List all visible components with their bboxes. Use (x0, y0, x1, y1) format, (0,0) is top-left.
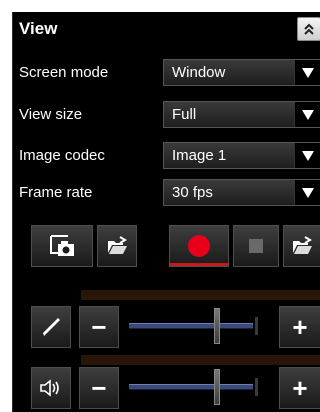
dropdown-arrow-icon[interactable] (294, 60, 320, 85)
stop-button[interactable] (233, 225, 279, 267)
view-size-label: View size (19, 106, 83, 123)
double-chevron-up-icon (304, 23, 314, 35)
volume-slider[interactable] (121, 367, 261, 409)
volume-minus-button[interactable]: − (79, 367, 119, 409)
snapshot-icon (50, 235, 74, 256)
screen-mode-label: Screen mode (19, 64, 109, 81)
volume-plus-button[interactable]: + (279, 367, 320, 409)
ptz-slider[interactable] (121, 306, 261, 348)
pen-tool-button[interactable] (31, 306, 71, 348)
open-recording-folder-button[interactable] (283, 225, 320, 267)
plus-icon: + (292, 373, 308, 403)
image-codec-label: Image codec (19, 147, 105, 164)
ptz-slider-track (129, 323, 253, 329)
view-panel: View Screen mode Window View size Full I… (12, 12, 320, 412)
minus-icon: − (91, 312, 107, 342)
image-codec-row: Image codec Image 1 (13, 142, 320, 170)
frame-rate-value: 30 fps (172, 184, 213, 201)
volume-slider-track (129, 384, 253, 390)
view-size-row: View size Full (13, 101, 320, 129)
frame-rate-label: Frame rate (19, 184, 93, 201)
ptz-minus-button[interactable]: − (79, 306, 119, 348)
open-folder-button[interactable] (97, 225, 137, 267)
screen-mode-value: Window (172, 64, 226, 81)
image-codec-select[interactable]: Image 1 (163, 142, 320, 169)
record-indicator (170, 263, 228, 266)
panel-title: View (19, 19, 58, 38)
open-folder-icon (108, 236, 127, 254)
collapse-button[interactable] (297, 17, 320, 41)
record-icon (188, 235, 210, 257)
dropdown-arrow-icon[interactable] (294, 102, 320, 127)
pen-icon (43, 318, 60, 336)
ptz-slider-thumb[interactable] (214, 308, 220, 344)
slider-tick (255, 378, 258, 396)
separator (81, 355, 320, 365)
slider-tick (255, 317, 258, 335)
open-folder-icon (293, 236, 312, 254)
separator (81, 290, 320, 300)
stop-icon (249, 239, 263, 253)
frame-rate-select[interactable]: 30 fps (163, 179, 320, 206)
speaker-icon (40, 379, 59, 397)
record-button[interactable] (169, 225, 229, 267)
view-size-value: Full (172, 106, 197, 123)
volume-slider-thumb[interactable] (214, 369, 220, 405)
image-codec-value: Image 1 (172, 147, 227, 164)
dropdown-arrow-icon[interactable] (294, 180, 320, 205)
view-size-select[interactable]: Full (163, 101, 320, 128)
panel-header: View (13, 12, 320, 46)
plus-icon: + (292, 312, 308, 342)
frame-rate-row: Frame rate 30 fps (13, 179, 320, 207)
screen-mode-row: Screen mode Window (13, 59, 320, 87)
dropdown-arrow-icon[interactable] (294, 143, 320, 168)
ptz-plus-button[interactable]: + (279, 306, 320, 348)
snapshot-button[interactable] (31, 225, 93, 267)
screen-mode-select[interactable]: Window (163, 59, 320, 86)
minus-icon: − (91, 373, 107, 403)
speaker-button[interactable] (31, 367, 71, 409)
